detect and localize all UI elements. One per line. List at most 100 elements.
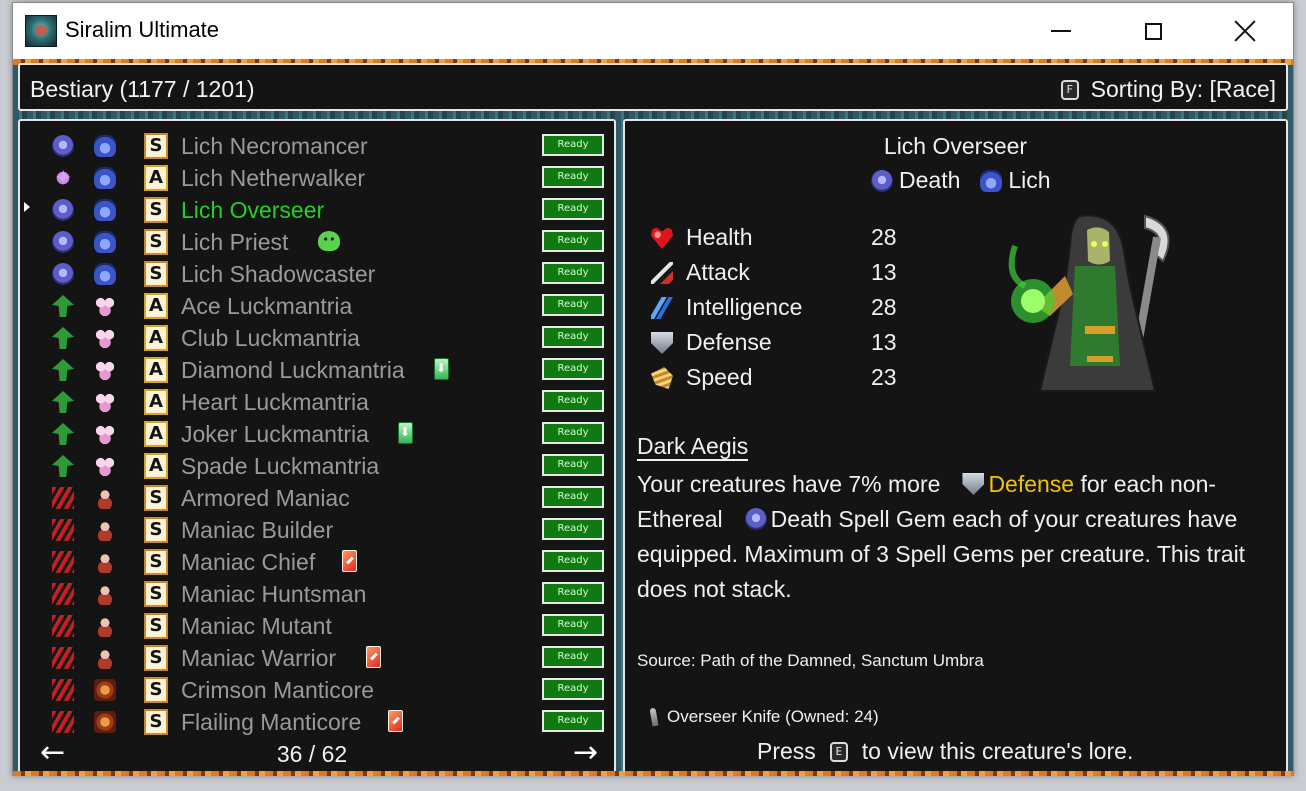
creature-name: Ace Luckmantria	[181, 293, 353, 319]
class-badge-icon: A	[144, 165, 168, 191]
creature-source: Source: Path of the Damned, Sanctum Umbr…	[637, 651, 984, 670]
maximize-button[interactable]	[1107, 3, 1199, 59]
lich-race-icon	[94, 167, 116, 189]
stat-value: 28	[871, 294, 897, 320]
class-badge-icon: A	[144, 453, 168, 479]
ready-badge: Ready	[542, 230, 604, 252]
green-card-icon	[398, 422, 413, 444]
shield-icon	[651, 332, 673, 354]
ready-badge: Ready	[542, 678, 604, 700]
stat-attack: Attack 13	[651, 259, 901, 294]
lightning-icon	[651, 297, 673, 319]
class-badge-icon: S	[144, 261, 168, 287]
creature-name: Spade Luckmantria	[181, 453, 380, 479]
stat-label: Health	[686, 224, 753, 250]
close-button[interactable]	[1199, 3, 1291, 59]
race-label: Lich	[1008, 167, 1051, 193]
creature-name: Joker Luckmantria	[181, 421, 369, 447]
stat-defense: Defense 13	[651, 329, 901, 364]
list-item[interactable]: S Lich Priest Ready	[20, 225, 614, 257]
list-item[interactable]: A Spade Luckmantria Ready	[20, 449, 614, 481]
manticore-race-icon	[94, 711, 116, 733]
stat-intelligence: Intelligence 28	[651, 294, 901, 329]
page-indicator: 36 / 62	[276, 741, 348, 767]
class-badge-icon: S	[144, 645, 168, 671]
maximize-icon	[1144, 22, 1162, 40]
creature-name: Lich Priest	[181, 229, 289, 255]
stat-label: Speed	[686, 364, 753, 390]
life-element-icon	[52, 295, 74, 317]
maniac-race-icon	[94, 647, 116, 669]
class-badge-icon: S	[144, 485, 168, 511]
list-item[interactable]: A Heart Luckmantria Ready	[20, 385, 614, 417]
creature-name: Heart Luckmantria	[181, 389, 369, 415]
list-item[interactable]: A Lich Netherwalker Ready	[20, 161, 614, 193]
list-item[interactable]: A Club Luckmantria Ready	[20, 321, 614, 353]
ready-badge: Ready	[542, 262, 604, 284]
list-item[interactable]: S Maniac Huntsman Ready	[20, 577, 614, 609]
slime-icon	[318, 231, 340, 251]
stat-value: 23	[871, 364, 897, 390]
stat-health: Health 28	[651, 224, 901, 259]
list-item[interactable]: S Lich Overseer Ready	[20, 193, 614, 225]
heart-icon	[651, 227, 673, 249]
creature-name: Armored Maniac	[181, 485, 350, 511]
list-item[interactable]: A Joker Luckmantria Ready	[20, 417, 614, 449]
creature-name: Lich Netherwalker	[181, 165, 366, 191]
creature-name: Crimson Manticore	[181, 677, 374, 703]
game-area: Bestiary (1177 / 1201) F Sorting By: [Ra…	[13, 59, 1293, 776]
knife-icon	[649, 707, 659, 727]
f-key-icon: F	[1060, 79, 1079, 100]
chaos-element-icon	[52, 487, 74, 509]
ready-badge: Ready	[542, 710, 604, 732]
list-item[interactable]: S Maniac Chief Ready	[20, 545, 614, 577]
chaos-element-icon	[52, 711, 74, 733]
ready-badge: Ready	[542, 550, 604, 572]
shield-icon	[962, 473, 985, 495]
list-item[interactable]: A Ace Luckmantria Ready	[20, 289, 614, 321]
minimize-icon	[1051, 30, 1071, 32]
maniac-race-icon	[94, 551, 116, 573]
ready-badge: Ready	[542, 582, 604, 604]
creature-name: Club Luckmantria	[181, 325, 360, 351]
list-item[interactable]: S Lich Shadowcaster Ready	[20, 257, 614, 289]
list-item[interactable]: S Crimson Manticore Ready	[20, 673, 614, 705]
stat-value: 28	[871, 224, 897, 250]
class-badge-icon: S	[144, 677, 168, 703]
game-window: Siralim Ultimate Bestiary (1177 / 1201) …	[12, 2, 1294, 776]
lich-race-icon	[94, 263, 116, 285]
creature-item: Overseer Knife (Owned: 24)	[649, 707, 879, 727]
luckmantria-race-icon	[94, 327, 116, 349]
list-item[interactable]: S Maniac Builder Ready	[20, 513, 614, 545]
minimize-button[interactable]	[1015, 3, 1107, 59]
red-card-icon	[366, 646, 381, 668]
list-item[interactable]: S Flailing Manticore Ready	[20, 705, 614, 737]
next-page-arrow-icon[interactable]: →	[573, 738, 598, 768]
life-element-icon	[52, 423, 74, 445]
luckmantria-race-icon	[94, 391, 116, 413]
class-badge-icon: A	[144, 421, 168, 447]
list-item[interactable]: S Lich Necromancer Ready	[20, 129, 614, 161]
trait-highlight: Defense	[988, 471, 1075, 497]
list-item[interactable]: S Armored Maniac Ready	[20, 481, 614, 513]
creature-name: Maniac Mutant	[181, 613, 332, 639]
creature-tags: Death Lich	[871, 167, 1051, 194]
list-item[interactable]: S Maniac Warrior Ready	[20, 641, 614, 673]
chaos-element-icon	[52, 647, 74, 669]
red-card-icon	[342, 550, 357, 572]
ready-badge: Ready	[542, 646, 604, 668]
creature-portrait	[1008, 214, 1170, 392]
class-badge-icon: A	[144, 357, 168, 383]
lore-press-label: Press	[757, 738, 816, 764]
creature-name: Lich Overseer	[181, 197, 325, 223]
ready-badge: Ready	[542, 326, 604, 348]
ready-badge: Ready	[542, 198, 604, 220]
creature-detail-panel: Lich Overseer Death Lich Health 28 Attac…	[623, 119, 1288, 774]
list-item[interactable]: S Maniac Mutant Ready	[20, 609, 614, 641]
list-item[interactable]: A Diamond Luckmantria Ready	[20, 353, 614, 385]
sort-control[interactable]: F Sorting By: [Race]	[1060, 76, 1276, 103]
chaos-element-icon	[52, 519, 74, 541]
e-key-icon[interactable]: E	[829, 741, 848, 762]
pagination: ← 36 / 62 →	[20, 738, 614, 768]
sword-icon	[651, 262, 673, 284]
